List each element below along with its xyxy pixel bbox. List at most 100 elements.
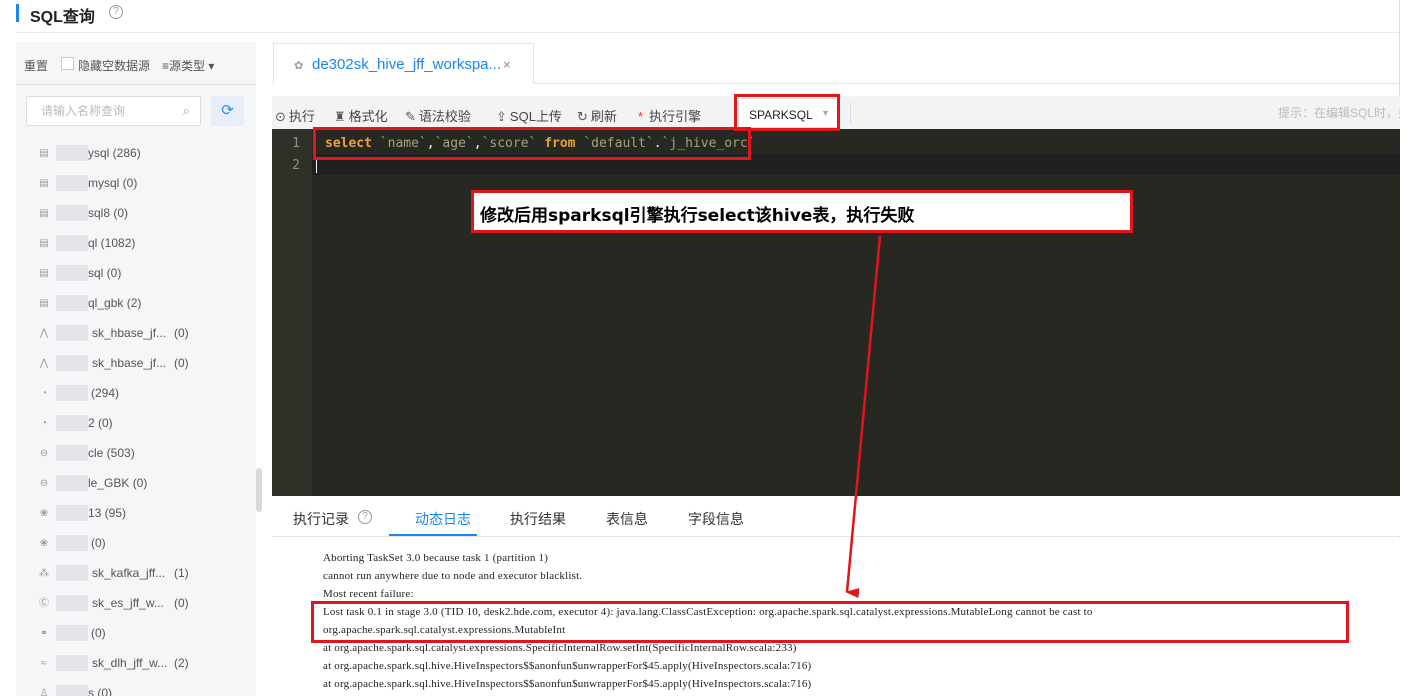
help-icon[interactable]: ? (109, 5, 123, 19)
sidebar-toolbar: 重置 隐藏空数据源 ≡源类型 ▾ (16, 42, 256, 86)
sidebar-item-datasource[interactable]: ❀ (0) (16, 528, 256, 558)
sidebar-item-datasource[interactable]: ▤ sql8 (0) (16, 198, 256, 228)
syntax-check-button[interactable]: ✎ 语法校验 (405, 106, 471, 125)
sidebar-item-datasource[interactable]: ▤ ql_gbk (2) (16, 288, 256, 318)
sidebar-item-datasource[interactable]: ⋀ sk_hbase_jf... (0) (16, 318, 256, 348)
tab-label[interactable]: de302sk_hive_jff_workspa... (312, 56, 501, 73)
sidebar-item-datasource[interactable]: ≈ sk_dlh_jff_w... (2) (16, 648, 256, 678)
sidebar-item-label: sk_hbase_jf... (92, 326, 167, 340)
annotation-callout: 修改后用sparksql引擎执行select该hive表，执行失败 (471, 190, 1133, 233)
active-tab-indicator (389, 534, 477, 536)
sidebar-item-label: sk_dlh_jff_w... (92, 656, 168, 670)
sidebar-collapse-handle[interactable] (256, 468, 262, 512)
sidebar-item-label: (0) (91, 626, 106, 640)
hide-empty-checkbox[interactable] (61, 57, 74, 70)
sidebar-item-datasource[interactable]: ❀ 13 (95) (16, 498, 256, 528)
sidebar-item-label: sql (0) (88, 266, 122, 280)
close-icon[interactable]: × (503, 57, 511, 72)
link-icon: ⚭ (39, 628, 49, 639)
datasource-search: ⌕ (26, 96, 201, 126)
source-type-dropdown[interactable]: ≡源类型 ▾ (162, 57, 214, 74)
sidebar-item-datasource[interactable]: ▤ mysql (0) (16, 168, 256, 198)
line-number: 2 (292, 158, 300, 173)
redacted-mask (56, 475, 88, 491)
sidebar-item-label: cle (503) (88, 446, 135, 460)
search-icon[interactable]: ⌕ (183, 103, 190, 119)
sidebar-item-label: mysql (0) (88, 176, 138, 190)
engine-label: * 执行引擎 (638, 106, 701, 125)
sidebar-item-datasource[interactable]: ◔ (294) (16, 378, 256, 408)
sidebar-item-label: ysql (286) (88, 146, 141, 160)
redacted-mask (56, 355, 88, 371)
redacted-mask (56, 595, 88, 611)
redacted-mask (56, 325, 88, 341)
help-icon[interactable]: ? (358, 510, 372, 524)
sidebar-item-datasource[interactable]: ⊖ le_GBK (0) (16, 468, 256, 498)
title-accent-bar (16, 4, 19, 22)
sql-highlight-box (313, 127, 751, 160)
hbase-icon: ⋀ (39, 328, 49, 339)
editor-hint: 提示：在编辑SQL时，如 (1278, 106, 1400, 120)
format-button[interactable]: ♜ 格式化 (334, 106, 388, 125)
gauge-icon: ◔ (40, 418, 48, 429)
log-line: Aborting TaskSet 3.0 because task 1 (par… (323, 552, 549, 564)
log-line: Most recent failure: (323, 588, 414, 600)
syntax-check-label: 语法校验 (418, 109, 471, 124)
redacted-mask (56, 625, 88, 641)
redacted-mask (56, 535, 88, 551)
db-icon: ▤ (39, 298, 49, 309)
hide-empty-label[interactable]: 隐藏空数据源 (78, 57, 150, 74)
oracle-icon: ⊖ (39, 448, 49, 459)
refresh-button[interactable]: ↻ 刷新 (577, 106, 617, 125)
sidebar-item-label: sk_es_jff_w... (92, 596, 164, 610)
refresh-label: 刷新 (590, 109, 617, 124)
sidebar-item-datasource[interactable]: ◔ 2 (0) (16, 408, 256, 438)
refresh-icon: ↻ (577, 109, 588, 124)
sidebar-item-datasource[interactable]: ⊖ cle (503) (16, 438, 256, 468)
upload-icon: ⇪ (496, 109, 507, 124)
sidebar-item-datasource[interactable]: ▤ ysql (286) (16, 138, 256, 168)
redacted-mask (56, 385, 88, 401)
sidebar-item-label: s (0) (88, 686, 112, 696)
redacted-mask (56, 685, 88, 696)
redacted-mask (56, 145, 88, 161)
annotation-text: 修改后用sparksql引擎执行select该hive表，执行失败 (480, 206, 915, 226)
required-icon: * (638, 109, 644, 124)
redacted-mask (56, 205, 88, 221)
line-number: 1 (292, 136, 300, 151)
sidebar-item-count: (2) (174, 656, 189, 670)
format-label: 格式化 (348, 109, 388, 124)
db-icon: ▤ (39, 238, 49, 249)
sidebar-item-datasource[interactable]: ⁂ sk_kafka_jff... (1) (16, 558, 256, 588)
refresh-datasource-button[interactable]: ⟳ (211, 96, 244, 126)
tab-result[interactable]: 执行结果 (510, 509, 566, 529)
sidebar-item-label: sk_hbase_jf... (92, 356, 167, 370)
sidebar-item-datasource[interactable]: Ⓒsk_es_jff_w... (0) (16, 588, 256, 618)
db-icon: ▤ (39, 208, 49, 219)
reset-button[interactable]: 重置 (24, 57, 48, 74)
sidebar-item-label: (0) (91, 536, 106, 550)
redacted-mask (56, 565, 88, 581)
sql-editor[interactable]: 1 2 select `name`,`age`,`score` from `de… (272, 129, 1400, 496)
sidebar-item-datasource[interactable]: ♙ s (0) (16, 678, 256, 696)
sidebar-item-label: 13 (95) (88, 506, 127, 520)
tab-history[interactable]: 执行记录 (293, 509, 349, 529)
user-icon: ♙ (39, 688, 49, 696)
datasource-search-input[interactable] (27, 97, 167, 125)
sidebar-item-label: le_GBK (0) (88, 476, 148, 490)
tab-live-log[interactable]: 动态日志 (415, 509, 471, 529)
run-button[interactable]: ⊙ 执行 (275, 106, 315, 125)
sql-upload-button[interactable]: ⇪ SQL上传 (496, 106, 562, 125)
log-line: at org.apache.spark.sql.catalyst.express… (323, 642, 797, 654)
redacted-mask (56, 655, 88, 671)
sidebar-item-datasource[interactable]: ⋀ sk_hbase_jf... (0) (16, 348, 256, 378)
result-tabs: 执行记录 ? 动态日志 执行结果 表信息 字段信息 (272, 496, 1400, 537)
tab-table-info[interactable]: 表信息 (606, 509, 648, 529)
sidebar-item-datasource[interactable]: ▤ ql (1082) (16, 228, 256, 258)
sidebar-item-label: sk_kafka_jff... (92, 566, 166, 580)
sidebar-item-datasource[interactable]: ⚭ (0) (16, 618, 256, 648)
sidebar-item-label: 2 (0) (88, 416, 113, 430)
tab-field-info[interactable]: 字段信息 (688, 509, 744, 529)
sidebar-item-datasource[interactable]: ▤ sql (0) (16, 258, 256, 288)
tab-workspace[interactable]: ✿ de302sk_hive_jff_workspa... × (273, 43, 534, 84)
